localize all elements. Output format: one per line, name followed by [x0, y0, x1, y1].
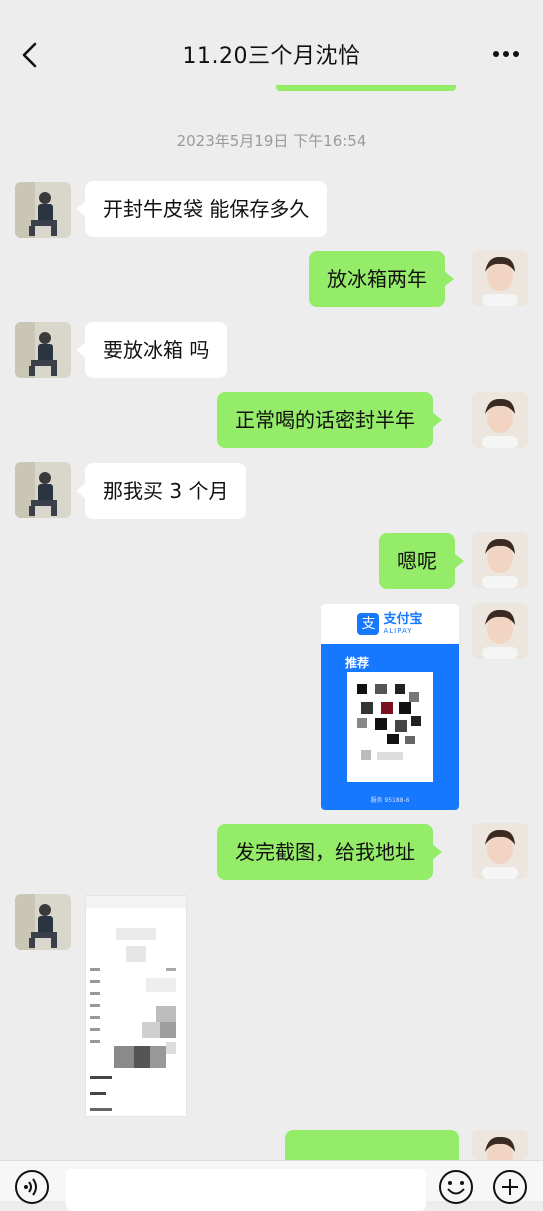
contact-avatar[interactable]: [15, 462, 71, 518]
alipay-header: 支 支付宝 ALIPAY: [321, 604, 459, 644]
my-avatar[interactable]: [472, 823, 528, 879]
alipay-blue-panel: 推荐 服务 95188-6: [321, 644, 459, 810]
message-bubble-outgoing[interactable]: 发完截图，给我地址: [217, 824, 442, 880]
previous-message-bubble-edge: [276, 85, 456, 91]
message-bubble-incoming[interactable]: 那我买 3 个月: [75, 463, 247, 519]
alipay-qr-code-image[interactable]: 支 支付宝 ALIPAY 推荐 服务 95188-6: [321, 604, 459, 810]
more-dots-icon[interactable]: [491, 44, 521, 64]
alipay-en-name: ALIPAY: [383, 627, 413, 635]
message-timestamp: 2023年5月19日 下午16:54: [176, 132, 367, 150]
message-composer: [0, 1160, 543, 1211]
my-avatar[interactable]: [472, 1130, 528, 1160]
message-bubble-incoming[interactable]: 开封牛皮袋 能保存多久: [75, 181, 328, 237]
message-bubble-outgoing[interactable]: 嗯呢: [379, 533, 464, 589]
message-bubble-outgoing[interactable]: 正常喝的话密封半年: [217, 392, 442, 448]
screenshot-image[interactable]: [85, 895, 187, 1117]
message-input[interactable]: [66, 1169, 426, 1211]
chat-header: 11.20三个月沈恰: [0, 0, 543, 92]
message-bubble-outgoing[interactable]: 放冰箱两年: [309, 251, 454, 307]
alipay-name: 支付宝: [383, 612, 423, 627]
my-avatar[interactable]: [472, 532, 528, 588]
my-avatar[interactable]: [472, 603, 528, 659]
my-avatar[interactable]: [472, 250, 528, 306]
chat-title: 11.20三个月沈恰: [182, 44, 361, 69]
pixelated-qr-code: [347, 672, 433, 782]
contact-avatar[interactable]: [15, 182, 71, 238]
alipay-logo-icon: 支: [357, 613, 380, 635]
contact-avatar[interactable]: [15, 894, 71, 950]
alipay-footer-text: 服务 95188-6: [370, 797, 410, 804]
message-bubble-incoming[interactable]: 要放冰箱 吗: [75, 322, 228, 378]
my-avatar[interactable]: [472, 392, 528, 448]
alipay-recommend-label: 推荐: [345, 656, 370, 670]
contact-avatar[interactable]: [15, 322, 71, 378]
